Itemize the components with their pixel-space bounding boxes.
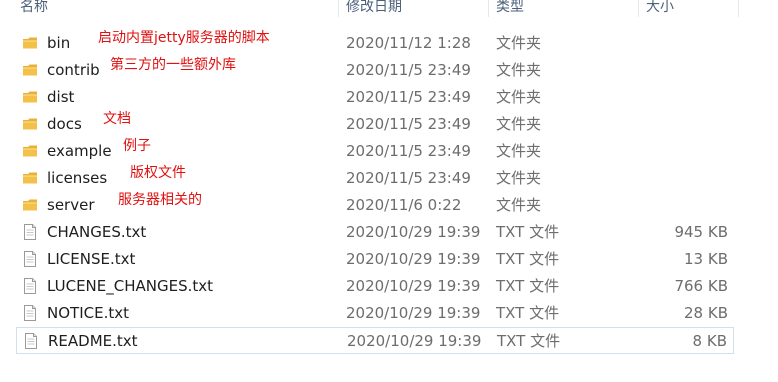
text-file-icon [23, 333, 39, 349]
column-header-name[interactable]: 名称 [16, 0, 338, 17]
file-name: bin [47, 34, 71, 52]
folder-icon [22, 170, 38, 186]
file-row[interactable]: README.txt 2020/10/29 19:39 TXT 文件 8 KB [16, 327, 734, 354]
annotation-note: 文档 [103, 111, 131, 127]
file-row[interactable]: LUCENE_CHANGES.txt 2020/10/29 19:39 TXT 文件… [16, 273, 734, 300]
file-type: 文件夹 [496, 142, 542, 160]
file-date: 2020/10/29 19:39 [346, 277, 481, 295]
file-type: TXT 文件 [496, 304, 560, 322]
text-file-icon [22, 251, 38, 267]
file-type: TXT 文件 [496, 223, 560, 241]
file-type: TXT 文件 [496, 250, 560, 268]
file-type: TXT 文件 [497, 332, 561, 350]
file-name: NOTICE.txt [47, 304, 129, 322]
file-row[interactable]: example 2020/11/5 23:49 文件夹 例子 [16, 138, 734, 165]
column-header-date[interactable]: 修改日期 [342, 0, 487, 17]
file-date: 2020/10/29 19:39 [346, 223, 481, 241]
file-row[interactable]: server 2020/11/6 0:22 文件夹 服务器相关的 [16, 192, 734, 219]
column-header-type[interactable]: 类型 [492, 0, 637, 17]
annotation-note: 第三方的一些额外库 [110, 57, 236, 73]
file-name: LICENSE.txt [47, 250, 136, 268]
file-name: README.txt [48, 332, 138, 350]
folder-icon [22, 143, 38, 159]
file-type: TXT 文件 [496, 277, 560, 295]
folder-icon [22, 62, 38, 78]
file-size: 766 KB [674, 277, 728, 295]
file-date: 2020/10/29 19:39 [347, 332, 482, 350]
file-type: 文件夹 [496, 88, 542, 106]
column-header-size[interactable]: 大小 [642, 0, 738, 17]
file-name: server [47, 196, 95, 214]
file-type: 文件夹 [496, 61, 542, 79]
file-row[interactable]: LICENSE.txt 2020/10/29 19:39 TXT 文件 13 KB [16, 246, 734, 273]
folder-icon [22, 89, 38, 105]
folder-icon [22, 116, 38, 132]
file-row[interactable]: licenses 2020/11/5 23:49 文件夹 版权文件 [16, 165, 734, 192]
file-name: example [47, 142, 112, 160]
file-size: 13 KB [684, 250, 728, 268]
folder-icon [22, 35, 38, 51]
file-type: 文件夹 [496, 196, 542, 214]
annotation-note: 服务器相关的 [118, 192, 202, 208]
file-row[interactable]: NOTICE.txt 2020/10/29 19:39 TXT 文件 28 KB [16, 300, 734, 327]
file-date: 2020/11/5 23:49 [346, 61, 471, 79]
annotation-note: 启动内置jetty服务器的脚本 [98, 30, 270, 46]
file-row[interactable]: contrib 2020/11/5 23:49 文件夹 第三方的一些额外库 [16, 57, 734, 84]
file-date: 2020/11/5 23:49 [346, 169, 471, 187]
file-row[interactable]: CHANGES.txt 2020/10/29 19:39 TXT 文件 945 KB [16, 219, 734, 246]
file-type: 文件夹 [496, 169, 542, 187]
file-date: 2020/11/5 23:49 [346, 142, 471, 160]
file-row[interactable]: bin 2020/11/12 1:28 文件夹 启动内置jetty服务器的脚本 [16, 30, 734, 57]
file-type: 文件夹 [496, 34, 542, 52]
annotation-note: 版权文件 [130, 165, 186, 181]
file-name: contrib [47, 61, 100, 79]
column-header: 名称 修改日期 类型 大小 [0, 0, 778, 17]
annotation-note: 例子 [123, 138, 151, 154]
file-date: 2020/11/5 23:49 [346, 115, 471, 133]
file-name: CHANGES.txt [47, 223, 147, 241]
file-size: 945 KB [674, 223, 728, 241]
file-name: LUCENE_CHANGES.txt [47, 277, 214, 295]
file-date: 2020/11/6 0:22 [346, 196, 462, 214]
column-divider[interactable] [738, 0, 739, 17]
file-type: 文件夹 [496, 115, 542, 133]
file-name: docs [47, 115, 82, 133]
column-divider[interactable] [488, 0, 489, 17]
column-divider[interactable] [638, 0, 639, 17]
file-date: 2020/11/12 1:28 [346, 34, 471, 52]
file-size: 28 KB [684, 304, 728, 322]
text-file-icon [22, 224, 38, 240]
file-size: 8 KB [692, 332, 727, 350]
file-row[interactable]: dist 2020/11/5 23:49 文件夹 [16, 84, 734, 111]
file-date: 2020/10/29 19:39 [346, 304, 481, 322]
text-file-icon [22, 278, 38, 294]
file-row[interactable]: docs 2020/11/5 23:49 文件夹 文档 [16, 111, 734, 138]
column-divider[interactable] [338, 0, 339, 17]
file-name: licenses [47, 169, 108, 187]
file-name: dist [47, 88, 75, 106]
file-date: 2020/11/5 23:49 [346, 88, 471, 106]
text-file-icon [22, 305, 38, 321]
folder-icon [22, 197, 38, 213]
file-date: 2020/10/29 19:39 [346, 250, 481, 268]
